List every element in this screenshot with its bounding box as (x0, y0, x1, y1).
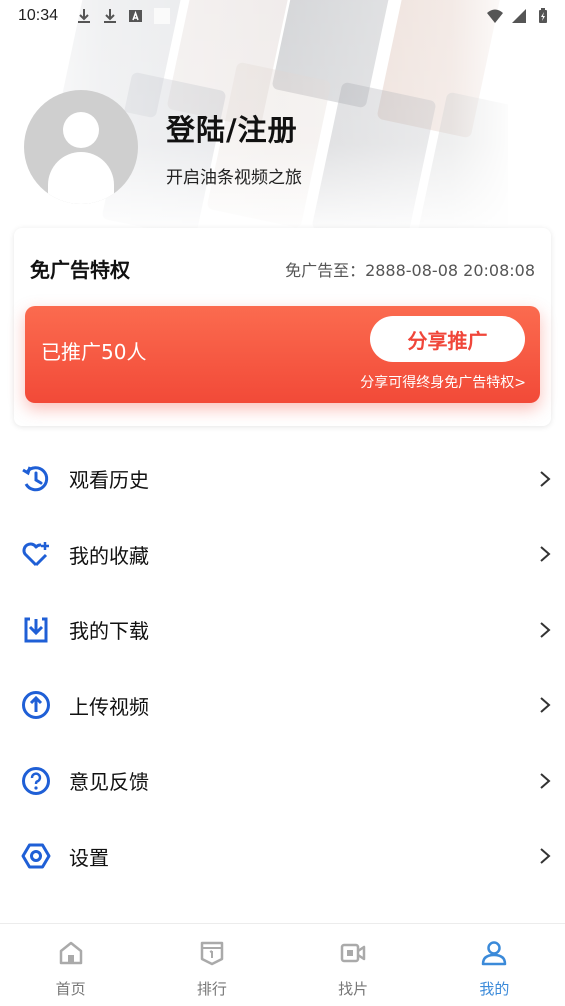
nav-find-video[interactable]: 找片 (283, 924, 424, 1006)
wifi-icon (487, 9, 503, 23)
share-promote-button[interactable]: 分享推广 (370, 316, 525, 362)
promotion-banner[interactable]: 已推广50人 分享推广 分享可得终身免广告特权> (25, 306, 540, 403)
chevron-right-icon (540, 546, 551, 563)
chevron-right-icon (540, 470, 551, 487)
chevron-right-icon (540, 621, 551, 638)
profile-text: 登陆/注册 开启油条视频之旅 (166, 107, 302, 188)
download-icon (78, 9, 91, 23)
nav-label: 排行 (196, 980, 227, 998)
user-icon (482, 941, 507, 966)
nav-label: 首页 (55, 980, 86, 998)
nav-label: 找片 (338, 980, 369, 998)
menu-label: 观看历史 (69, 468, 149, 493)
heart-plus-icon (21, 539, 51, 569)
profile-header[interactable]: 登陆/注册 开启油条视频之旅 (24, 90, 302, 204)
login-register-link[interactable]: 登陆/注册 (166, 107, 302, 149)
chevron-right-icon (540, 848, 551, 865)
upload-icon (21, 690, 51, 720)
bottom-nav: 首页 排行 找片 我的 (0, 923, 565, 1006)
menu-item-downloads[interactable]: 我的下载 (0, 592, 565, 668)
history-icon (21, 464, 51, 494)
download-icon (104, 9, 117, 23)
a-icon (129, 10, 143, 22)
avatar-body-shape (48, 152, 114, 204)
battery-icon (539, 8, 547, 23)
blank-icon (154, 8, 171, 24)
menu-label: 意见反馈 (69, 770, 149, 795)
nav-label: 我的 (479, 980, 510, 998)
share-note-link[interactable]: 分享可得终身免广告特权> (360, 372, 526, 392)
menu-item-favorites[interactable]: 我的收藏 (0, 517, 565, 593)
menu-item-upload[interactable]: 上传视频 (0, 668, 565, 744)
ad-free-expire: 免广告至：2888-08-08 20:08:08 (285, 260, 535, 280)
chevron-right-icon (540, 772, 551, 789)
menu-label: 我的下载 (69, 619, 149, 644)
menu-item-settings[interactable]: 设置 (0, 819, 565, 895)
promotion-count: 已推广50人 (41, 340, 147, 364)
notification-icons (76, 8, 171, 24)
menu-label: 设置 (69, 845, 109, 870)
avatar-head-shape (63, 112, 99, 148)
ad-free-card: 免广告特权 免广告至：2888-08-08 20:08:08 已推广50人 分享… (14, 228, 551, 426)
menu-label: 我的收藏 (69, 543, 149, 568)
home-icon (59, 941, 82, 965)
download-box-icon (21, 615, 51, 645)
menu-item-feedback[interactable]: 意见反馈 (0, 743, 565, 819)
system-icons (487, 8, 551, 24)
video-icon (340, 943, 366, 963)
profile-menu: 观看历史 我的收藏 我的下载 上传视频 意见反馈 设置 (0, 441, 565, 894)
status-bar: 10:34 (0, 0, 565, 32)
question-icon (21, 766, 51, 796)
chevron-right-icon (540, 697, 551, 714)
status-time: 10:34 (18, 7, 59, 24)
settings-icon (21, 841, 51, 871)
menu-label: 上传视频 (69, 694, 149, 719)
nav-ranking[interactable]: 排行 (141, 924, 282, 1006)
signal-icon (512, 9, 526, 23)
avatar[interactable] (24, 90, 138, 204)
ad-free-card-header: 免广告特权 免广告至：2888-08-08 20:08:08 (30, 254, 535, 283)
profile-subtitle: 开启油条视频之旅 (166, 167, 302, 188)
nav-home[interactable]: 首页 (0, 924, 141, 1006)
menu-item-history[interactable]: 观看历史 (0, 441, 565, 517)
nav-mine[interactable]: 我的 (424, 924, 565, 1006)
ranking-icon (200, 941, 224, 966)
ad-free-title: 免广告特权 (30, 258, 130, 282)
